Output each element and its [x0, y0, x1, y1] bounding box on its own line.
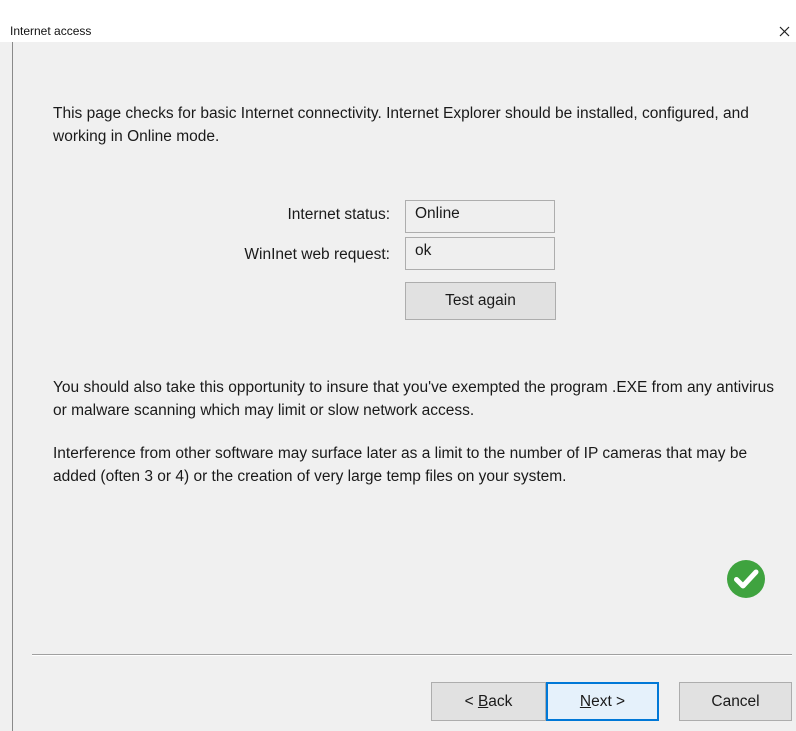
back-mnemonic: B [477, 693, 489, 710]
title-bar: Internet access [0, 0, 796, 42]
dialog-body: This page checks for basic Internet conn… [0, 42, 796, 731]
back-label-rest: ack [488, 693, 513, 710]
internet-status-field: Online [405, 200, 555, 233]
close-button[interactable] [778, 16, 796, 42]
dialog-left-border [12, 42, 13, 731]
internet-status-label: Internet status: [287, 206, 390, 223]
test-again-button[interactable]: Test again [405, 282, 556, 320]
footer-separator [32, 654, 792, 656]
next-button[interactable]: Next > [546, 682, 659, 721]
back-prefix: < [464, 693, 478, 710]
cancel-button[interactable]: Cancel [679, 682, 792, 721]
close-icon [779, 26, 790, 37]
antivirus-advice-text: You should also take this opportunity to… [53, 379, 774, 419]
interference-advice-text: Interference from other software may sur… [53, 445, 748, 485]
window-title: Internet access [10, 24, 92, 38]
next-mnemonic: N [579, 693, 592, 710]
wininet-request-label: WinInet web request: [244, 246, 390, 263]
intro-text: This page checks for basic Internet conn… [53, 105, 749, 145]
back-button[interactable]: < Back [431, 682, 546, 721]
wininet-request-field: ok [405, 237, 555, 270]
check-circle-icon [726, 559, 766, 599]
next-label-rest: ext > [591, 693, 626, 710]
